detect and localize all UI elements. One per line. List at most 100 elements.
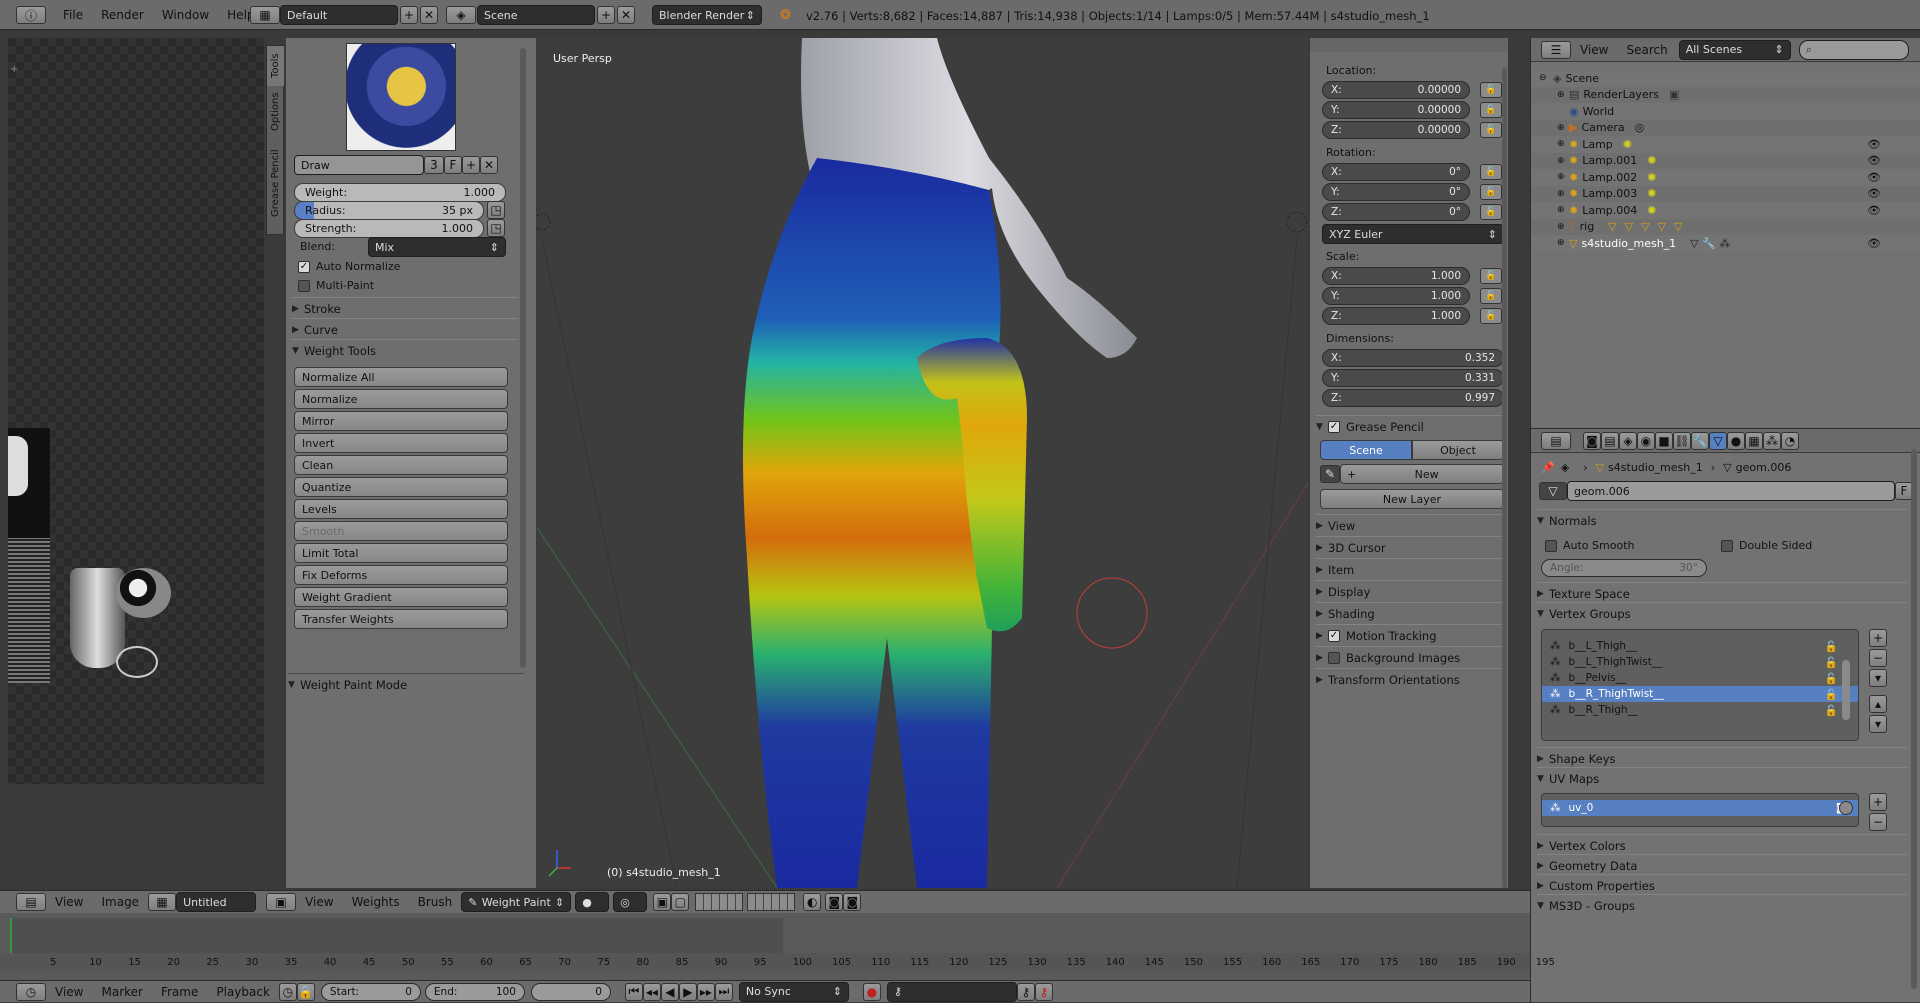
lock-icon[interactable]: 🔓 [1480, 82, 1502, 98]
lock-icon[interactable]: 🔓 [1825, 704, 1838, 717]
eye-icon[interactable]: 👁 [1867, 138, 1881, 151]
jump-keyframe-forward-icon[interactable]: ▸▸ [696, 982, 715, 1001]
scale-y-field[interactable]: Y: 1.000 [1322, 287, 1470, 305]
add-layout-icon[interactable]: + [400, 6, 418, 24]
eye-icon[interactable]: 👁 [1867, 237, 1881, 250]
lock-icon[interactable]: 🔓 [1480, 164, 1502, 180]
tab-options[interactable]: Options [267, 86, 284, 138]
vertex-groups-section[interactable]: ▼ Vertex Groups [1537, 602, 1907, 624]
weight-slider[interactable]: Weight: 1.000 [294, 183, 506, 202]
layer-lock-icon[interactable]: ◐ [803, 893, 822, 911]
lock-range-icon[interactable]: 🔒 [296, 982, 315, 1001]
texture-tab-icon[interactable]: ▦ [1745, 431, 1763, 450]
vertex-group-scrollbar[interactable] [1842, 660, 1850, 720]
curve-section[interactable]: ▶ Curve [292, 318, 518, 340]
quantize-button[interactable]: Quantize [294, 477, 508, 497]
end-frame-field[interactable]: End: 100 [424, 982, 525, 1001]
rotation-mode-select[interactable]: XYZ Euler ⇕ [1322, 224, 1504, 244]
uv-maps-section[interactable]: ▼ UV Maps [1537, 767, 1907, 789]
mesh-browse-icon[interactable]: ▽ [1539, 482, 1567, 500]
outliner-item-renderlayers[interactable]: ⊕ ▤ RenderLayers ▣ [1531, 86, 1920, 103]
mask-face-icon[interactable]: ▣ [653, 893, 672, 911]
scale-z-field[interactable]: Z: 1.000 [1322, 307, 1470, 325]
weights-menu[interactable]: Weights [343, 891, 409, 914]
rotation-z-field[interactable]: Z: 0° [1322, 203, 1470, 221]
lock-icon[interactable]: 🔓 [1480, 288, 1502, 304]
blend-select[interactable]: Mix ⇕ [368, 237, 506, 257]
normals-section[interactable]: ▼ Normals [1537, 509, 1907, 531]
sync-mode-select[interactable]: No Sync ⇕ [738, 981, 849, 1002]
eye-icon[interactable]: 👁 [1867, 187, 1881, 200]
motion-tracking-section[interactable]: ▶ ✓ Motion Tracking [1316, 624, 1502, 646]
stroke-section[interactable]: ▶ Stroke [292, 297, 518, 319]
scene-name-field[interactable]: Scene [477, 5, 595, 25]
limit-total-button[interactable]: Limit Total [294, 543, 508, 563]
transfer-weights-button[interactable]: Transfer Weights [294, 609, 508, 629]
vertex-group-item[interactable]: ⁂ b__R_Thigh__ 🔓 [1542, 702, 1858, 718]
uv-map-item-selected[interactable]: ⁂uv_0◙ [1542, 800, 1858, 816]
normalize-button[interactable]: Normalize [294, 389, 508, 409]
outliner-item-world[interactable]: ◉ World [1531, 103, 1920, 120]
render-layers-tab-icon[interactable]: ▤ [1601, 431, 1619, 450]
dimension-y-field[interactable]: Y: 0.331 [1322, 369, 1504, 387]
play-reverse-icon[interactable]: ◀ [660, 982, 679, 1001]
gp-new-layer-button[interactable]: New Layer [1320, 489, 1504, 509]
tool-shelf-scrollbar[interactable] [520, 48, 526, 668]
outliner-filter-select[interactable]: All Scenes ⇕ [1678, 39, 1791, 60]
multi-paint-checkbox[interactable]: Multi-Paint [298, 279, 374, 292]
vertex-group-item[interactable]: ⁂ b__L_ThighTwist__ 🔓 [1542, 654, 1858, 670]
eye-icon[interactable]: 👁 [1867, 171, 1881, 184]
clean-button[interactable]: Clean [294, 455, 508, 475]
fix-deforms-button[interactable]: Fix Deforms [294, 565, 508, 585]
texture-space-section[interactable]: ▶ Texture Space [1537, 582, 1907, 604]
lock-icon[interactable]: 🔓 [1825, 640, 1838, 653]
editor-corner-plus-icon[interactable]: + [10, 64, 18, 75]
custom-properties-section[interactable]: ▶ Custom Properties [1537, 874, 1907, 896]
lock-icon[interactable]: 🔓 [1825, 656, 1838, 669]
layout-icon[interactable]: ▦ [250, 6, 280, 24]
material-tab-icon[interactable]: ● [1727, 431, 1745, 450]
add-brush-icon[interactable]: + [462, 156, 480, 174]
image-editor-area[interactable]: + [0, 38, 264, 888]
editor-type-info-button[interactable]: ⓘ [16, 6, 46, 24]
location-x-field[interactable]: X: 0.00000 [1322, 81, 1470, 99]
frame-menu[interactable]: Frame [152, 981, 207, 1003]
shading-select[interactable]: ● [575, 892, 610, 912]
background-images-section[interactable]: ▶ Background Images [1316, 646, 1502, 668]
image-menu[interactable]: Image [92, 891, 148, 914]
vertex-group-item-selected[interactable]: ⁂ b__R_ThighTwist__ 🔓 [1542, 686, 1858, 702]
vertex-group-specials-icon[interactable]: ▾ [1869, 669, 1887, 687]
uv-active-render-radio[interactable] [1839, 801, 1853, 815]
record-icon[interactable]: ● [862, 982, 881, 1001]
vertex-group-list[interactable]: ⁂ b__L_Thigh__ 🔓 ⁂ b__L_ThighTwist__ 🔓 ⁂ b__P… [1541, 629, 1859, 741]
scene-icon[interactable]: ◈ [446, 6, 476, 24]
weight-paint-mode-section[interactable]: ▼ Weight Paint Mode [288, 673, 524, 695]
outliner-item-s4studio-mesh[interactable]: ⊕ ▽ s4studio_mesh_1 ▽ 🔧 ⁂ 👁 [1531, 235, 1920, 252]
image-view-menu[interactable]: View [46, 891, 92, 914]
outliner-item-rig[interactable]: ⊕ ᛘ rig ▽▽▽▽▽ [1531, 218, 1920, 235]
insert-keyframe-icon[interactable]: ⚷ [1016, 982, 1035, 1001]
timeline[interactable]: 5 10 15 20 25 30 35 40 45 50 55 60 65 70 75 80 85 90 95 100… [0, 913, 1555, 980]
play-icon[interactable]: ▶ [678, 982, 697, 1001]
remove-brush-icon[interactable]: ✕ [480, 156, 498, 174]
levels-button[interactable]: Levels [294, 499, 508, 519]
move-up-icon[interactable]: ▴ [1869, 695, 1887, 713]
outliner-view-menu[interactable]: View [1571, 38, 1617, 62]
opengl-render-icon[interactable]: ◙ [825, 893, 844, 911]
display-section[interactable]: ▶ Display [1316, 580, 1502, 602]
dimension-z-field[interactable]: Z: 0.997 [1322, 389, 1504, 407]
lock-icon[interactable]: 🔓 [1480, 184, 1502, 200]
lock-icon[interactable]: 🔓 [1825, 672, 1838, 685]
eye-icon[interactable]: 👁 [1867, 204, 1881, 217]
3d-viewport[interactable]: User Persp (0) s4studio_mesh_1 [537, 38, 1308, 888]
pencil-icon[interactable]: ✎ [1320, 465, 1340, 483]
add-uv-map-icon[interactable]: + [1869, 793, 1887, 811]
start-frame-field[interactable]: Start: 0 [320, 982, 421, 1001]
lock-icon[interactable]: 🔓 [1480, 308, 1502, 324]
jump-start-icon[interactable]: ⏮ [624, 982, 643, 1001]
geometry-data-section[interactable]: ▶ Geometry Data [1537, 854, 1907, 876]
radius-slider[interactable]: Radius: 35 px [294, 201, 484, 220]
brush-fake-user-button[interactable]: F [444, 156, 462, 174]
delete-keyframe-icon[interactable]: ⚷ [1034, 982, 1053, 1001]
radius-pressure-icon[interactable]: ◳ [487, 201, 505, 219]
